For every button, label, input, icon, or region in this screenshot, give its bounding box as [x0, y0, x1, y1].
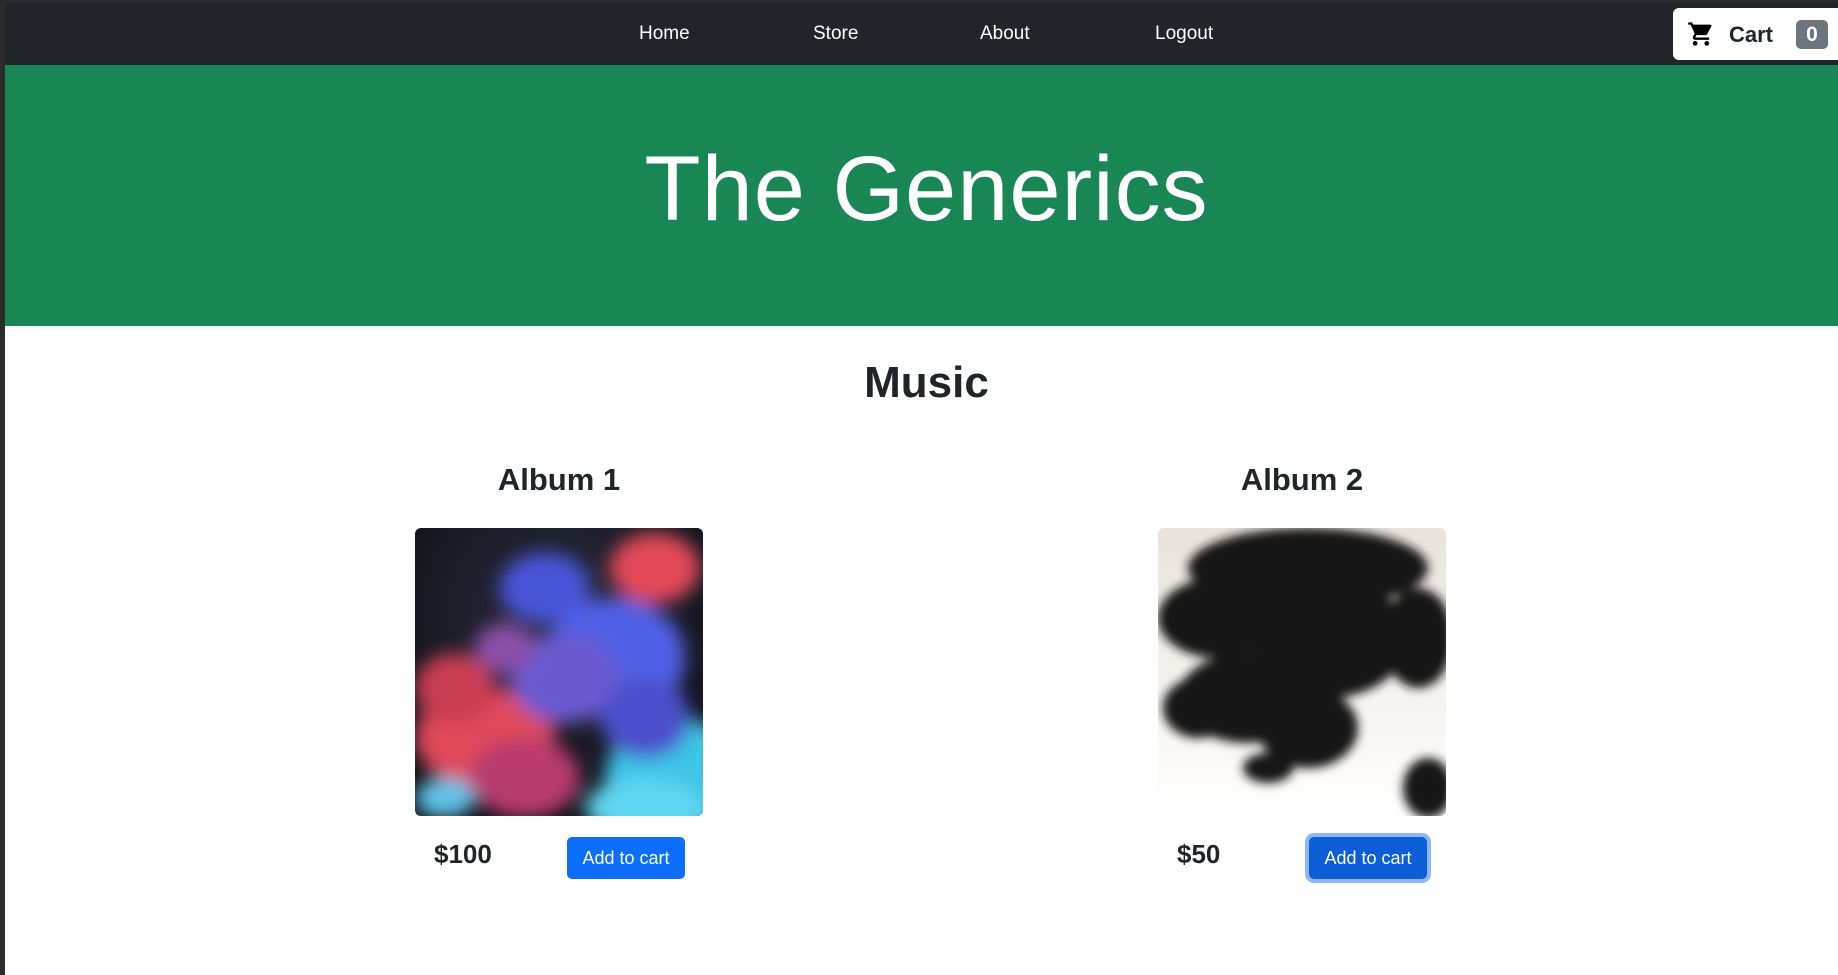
album-title: Album 2 — [1240, 462, 1364, 497]
cart-count-badge: 0 — [1796, 20, 1828, 49]
album-title: Album 1 — [497, 462, 621, 497]
shopping-cart-icon — [1687, 20, 1715, 48]
album-cover-image — [1158, 528, 1446, 816]
hero-banner: The Generics — [5, 65, 1838, 326]
nav-link-store[interactable]: Store — [813, 23, 858, 45]
album-price: $50 — [1177, 839, 1221, 869]
add-to-cart-button[interactable]: Add to cart — [1309, 837, 1427, 879]
nav-link-home[interactable]: Home — [639, 23, 690, 45]
page-frame: Home Store About Logout Cart 0 The Gener… — [0, 0, 1838, 975]
hero-title: The Generics — [644, 138, 1209, 240]
cart-button[interactable]: Cart 0 — [1673, 8, 1838, 60]
add-to-cart-button[interactable]: Add to cart — [567, 837, 685, 879]
section-title: Music — [864, 358, 989, 407]
nav-link-about[interactable]: About — [980, 23, 1030, 45]
cart-label: Cart — [1729, 22, 1774, 47]
nav-link-logout[interactable]: Logout — [1155, 23, 1213, 45]
navbar: Home Store About Logout Cart 0 — [5, 2, 1838, 65]
album-price: $100 — [434, 839, 492, 869]
album-cover-image — [415, 528, 703, 816]
